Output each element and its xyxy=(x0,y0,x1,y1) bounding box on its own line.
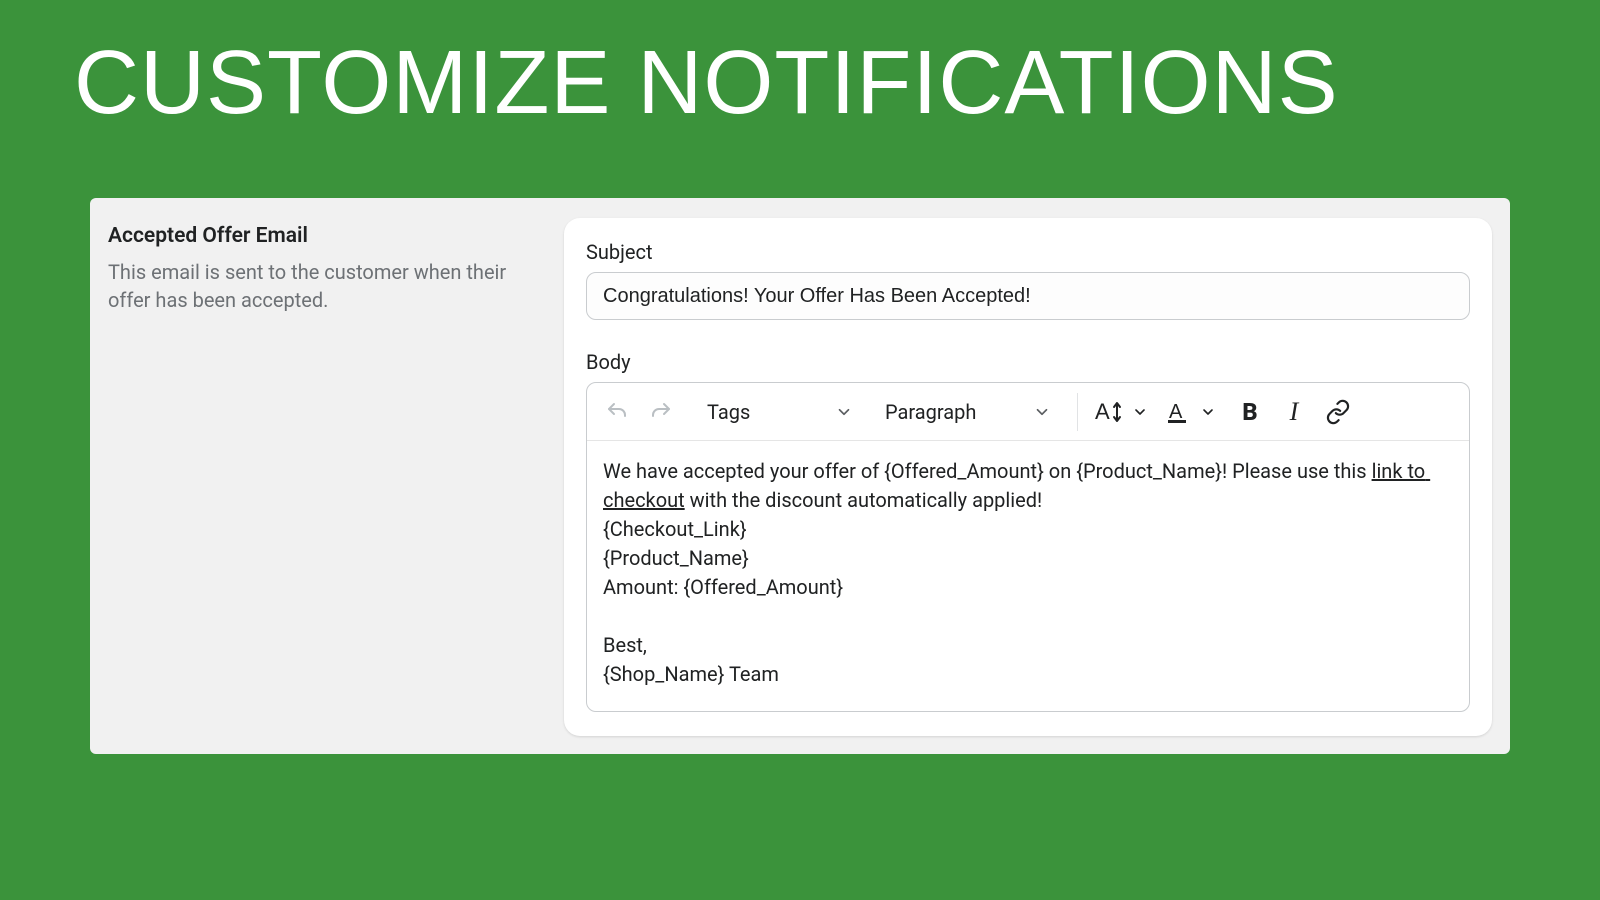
italic-button[interactable]: I xyxy=(1274,392,1314,432)
body-line: with the discount automatically applied! xyxy=(685,488,1043,512)
body-line: Best, xyxy=(603,633,647,657)
body-line: {Shop_Name} Team xyxy=(603,662,779,686)
body-line: We have accepted your offer of {Offered_… xyxy=(603,459,1372,483)
subject-input[interactable] xyxy=(586,272,1470,320)
font-color-icon: A xyxy=(1162,392,1194,432)
section-info: Accepted Offer Email This email is sent … xyxy=(108,218,538,736)
undo-icon xyxy=(605,400,629,424)
chevron-down-icon xyxy=(1128,392,1152,432)
subject-label: Subject xyxy=(586,240,1470,264)
section-description: This email is sent to the customer when … xyxy=(108,258,538,314)
chevron-down-icon xyxy=(1033,403,1051,421)
tags-dropdown[interactable]: Tags xyxy=(693,392,863,432)
redo-icon xyxy=(649,400,673,424)
italic-icon: I xyxy=(1290,397,1299,427)
svg-text:A: A xyxy=(1169,401,1183,423)
chevron-down-icon xyxy=(1196,392,1220,432)
section-title: Accepted Offer Email xyxy=(108,224,538,248)
font-size-dropdown[interactable]: A xyxy=(1094,392,1152,432)
bold-button[interactable]: B xyxy=(1230,392,1270,432)
page: Customize Notifications Accepted Offer E… xyxy=(0,0,1600,900)
body-label: Body xyxy=(586,350,1470,374)
redo-button[interactable] xyxy=(641,392,681,432)
paragraph-dropdown-label: Paragraph xyxy=(885,400,976,424)
paragraph-dropdown[interactable]: Paragraph xyxy=(871,392,1061,432)
page-title: Customize Notifications xyxy=(74,38,1339,128)
link-button[interactable] xyxy=(1318,392,1358,432)
chevron-down-icon xyxy=(835,403,853,421)
settings-panel: Accepted Offer Email This email is sent … xyxy=(90,198,1510,754)
font-color-dropdown[interactable]: A xyxy=(1162,392,1220,432)
link-icon xyxy=(1325,399,1351,425)
toolbar-divider xyxy=(1077,393,1078,431)
body-line: Amount: {Offered_Amount} xyxy=(603,575,843,599)
body-line: {Product_Name} xyxy=(603,546,749,570)
body-textarea[interactable]: We have accepted your offer of {Offered_… xyxy=(587,441,1469,711)
font-size-icon: A xyxy=(1094,392,1126,432)
svg-text:A: A xyxy=(1095,399,1110,424)
bold-icon: B xyxy=(1242,398,1257,426)
editor-toolbar: Tags Paragraph xyxy=(587,383,1469,441)
tags-dropdown-label: Tags xyxy=(707,400,750,424)
email-editor-card: Subject Body xyxy=(564,218,1492,736)
body-editor: Tags Paragraph xyxy=(586,382,1470,712)
undo-button[interactable] xyxy=(597,392,637,432)
body-line: {Checkout_Link} xyxy=(603,517,747,541)
